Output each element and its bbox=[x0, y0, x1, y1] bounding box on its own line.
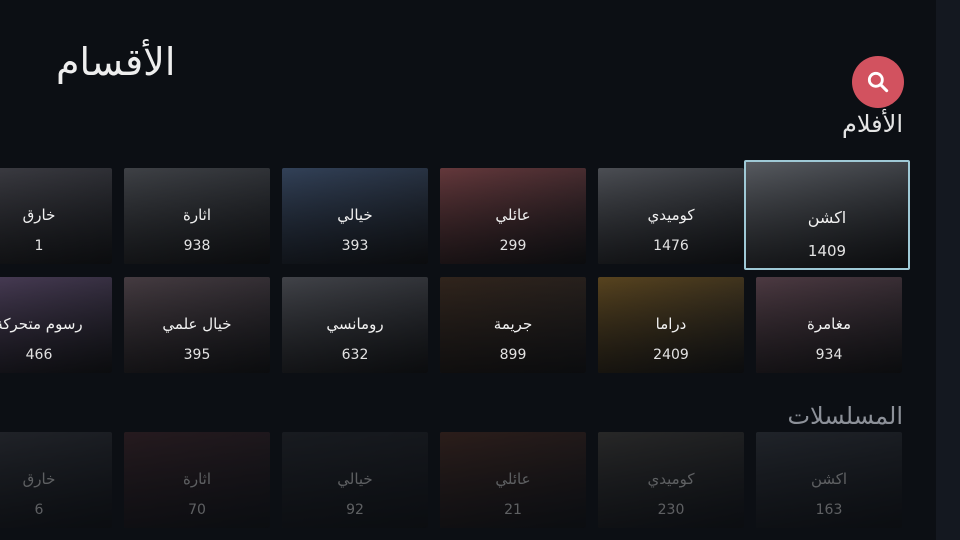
movies-row-1: اكشن 1409 كوميدي 1476 عائلي 299 خيالي 393 اثارة 9… bbox=[0, 160, 936, 280]
category-name: مغامرة bbox=[806, 315, 851, 333]
category-name: خارق bbox=[22, 206, 56, 224]
category-tile[interactable]: عائلي 21 bbox=[440, 432, 586, 528]
category-name: خيالي bbox=[337, 206, 373, 224]
category-tile[interactable]: خيال علمي 395 bbox=[124, 277, 270, 373]
category-count: 299 bbox=[499, 238, 527, 254]
category-count: 230 bbox=[657, 502, 685, 518]
category-name: خيال علمي bbox=[162, 315, 232, 333]
category-name: عائلي bbox=[495, 470, 531, 488]
category-name: اكشن bbox=[807, 208, 847, 227]
category-count: 1 bbox=[34, 238, 44, 254]
category-tile[interactable]: خيالي 92 bbox=[282, 432, 428, 528]
category-name: جريمة bbox=[493, 315, 533, 333]
category-tile[interactable]: كوميدي 1476 bbox=[598, 168, 744, 264]
category-tile[interactable]: عائلي 299 bbox=[440, 168, 586, 264]
category-name: كوميدي bbox=[647, 470, 695, 488]
category-count: 395 bbox=[183, 347, 211, 363]
movies-row-2: مغامرة 934 دراما 2409 جريمة 899 رومانسي 632 خيال… bbox=[0, 277, 936, 373]
category-name: خيالي bbox=[337, 470, 373, 488]
category-count: 393 bbox=[341, 238, 369, 254]
category-count: 899 bbox=[499, 347, 527, 363]
category-name: كوميدي bbox=[647, 206, 695, 224]
category-count: 632 bbox=[341, 347, 369, 363]
category-name: اثارة bbox=[182, 206, 211, 224]
category-count: 21 bbox=[504, 502, 522, 518]
category-tile[interactable]: اثارة 938 bbox=[124, 168, 270, 264]
series-section-title: المسلسلات bbox=[787, 402, 903, 430]
category-tile[interactable]: مغامرة 934 bbox=[756, 277, 902, 373]
category-count: 163 bbox=[815, 502, 843, 518]
category-count: 70 bbox=[188, 502, 206, 518]
page-title: الأقسام bbox=[56, 40, 176, 84]
category-name: عائلي bbox=[495, 206, 531, 224]
category-name: اكشن bbox=[810, 470, 848, 488]
category-count: 1476 bbox=[653, 238, 689, 254]
category-tile[interactable]: كوميدي 230 bbox=[598, 432, 744, 528]
category-tile[interactable]: اثارة 70 bbox=[124, 432, 270, 528]
category-tile[interactable]: اكشن 163 bbox=[756, 432, 902, 528]
right-edge-panel bbox=[936, 0, 960, 540]
category-name: دراما bbox=[655, 315, 687, 333]
category-tile[interactable]: دراما 2409 bbox=[598, 277, 744, 373]
series-row-1: اكشن 163 كوميدي 230 عائلي 21 خيالي 92 اثارة 70 خار… bbox=[0, 432, 936, 528]
search-icon bbox=[867, 71, 889, 93]
category-name: رومانسي bbox=[326, 315, 384, 333]
movies-section-title: الأفلام bbox=[841, 110, 903, 138]
category-count: 6 bbox=[34, 502, 44, 518]
category-count: 934 bbox=[815, 347, 843, 363]
category-tile[interactable]: خارق 6 bbox=[0, 432, 112, 528]
category-tile[interactable]: جريمة 899 bbox=[440, 277, 586, 373]
category-tile[interactable]: خارق 1 bbox=[0, 168, 112, 264]
category-name: اثارة bbox=[182, 470, 211, 488]
category-tile[interactable]: خيالي 393 bbox=[282, 168, 428, 264]
category-count: 92 bbox=[346, 502, 364, 518]
category-tile[interactable]: رومانسي 632 bbox=[282, 277, 428, 373]
category-count: 2409 bbox=[653, 347, 689, 363]
category-count: 466 bbox=[25, 347, 53, 363]
category-count: 938 bbox=[183, 238, 211, 254]
category-tile[interactable]: اكشن 1409 bbox=[744, 160, 910, 270]
category-count: 1409 bbox=[807, 242, 847, 260]
category-name: خارق bbox=[22, 470, 56, 488]
search-button[interactable] bbox=[852, 56, 904, 108]
category-name: رسوم متحركة bbox=[0, 315, 83, 333]
category-tile[interactable]: رسوم متحركة 466 bbox=[0, 277, 112, 373]
